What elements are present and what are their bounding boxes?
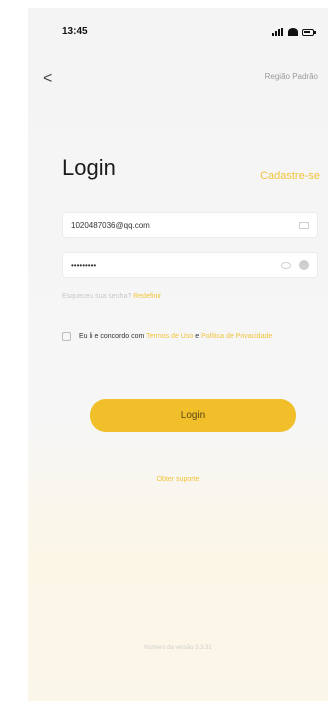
- agreement: Eu li e concordo com Termos de Uso e Pol…: [62, 330, 302, 344]
- status-time: 13:45: [62, 26, 88, 37]
- agreement-and: e: [195, 333, 200, 340]
- email-value: 1020487036@qq.com: [71, 220, 150, 230]
- back-button[interactable]: <: [43, 70, 52, 88]
- version-text: Número da versão 3.3.31: [144, 645, 212, 651]
- login-screen: 13:45 < Região Padrão Login Cadastre-se …: [28, 0, 328, 701]
- page-title: Login: [62, 155, 116, 180]
- signup-link[interactable]: Cadastre-se: [260, 170, 320, 182]
- support-link[interactable]: Obter suporte: [28, 476, 328, 483]
- password-value: •••••••••: [71, 260, 97, 270]
- clear-icon[interactable]: [299, 260, 309, 270]
- privacy-link[interactable]: Política de Privacidade: [201, 333, 272, 340]
- region-selector[interactable]: Região Padrão: [265, 72, 318, 81]
- status-bar: 13:45: [62, 26, 318, 42]
- forgot-password: Esqueceu sua senha? Redefinir: [62, 293, 161, 300]
- terms-link[interactable]: Termos de Uso: [146, 333, 193, 340]
- reset-link[interactable]: Redefinir: [133, 293, 161, 300]
- email-field[interactable]: 1020487036@qq.com: [62, 212, 318, 238]
- wifi-icon: [288, 28, 298, 36]
- mail-icon: [299, 221, 309, 229]
- login-button[interactable]: Login: [90, 399, 296, 432]
- agreement-prefix: Eu li e concordo com: [78, 333, 145, 340]
- agree-checkbox[interactable]: [62, 331, 71, 341]
- signal-icon: [272, 28, 284, 36]
- password-field[interactable]: •••••••••: [62, 252, 318, 278]
- eye-icon[interactable]: [281, 261, 291, 269]
- battery-icon: [302, 28, 316, 36]
- forgot-text: Esqueceu sua senha?: [62, 293, 132, 300]
- status-icons: [272, 28, 316, 36]
